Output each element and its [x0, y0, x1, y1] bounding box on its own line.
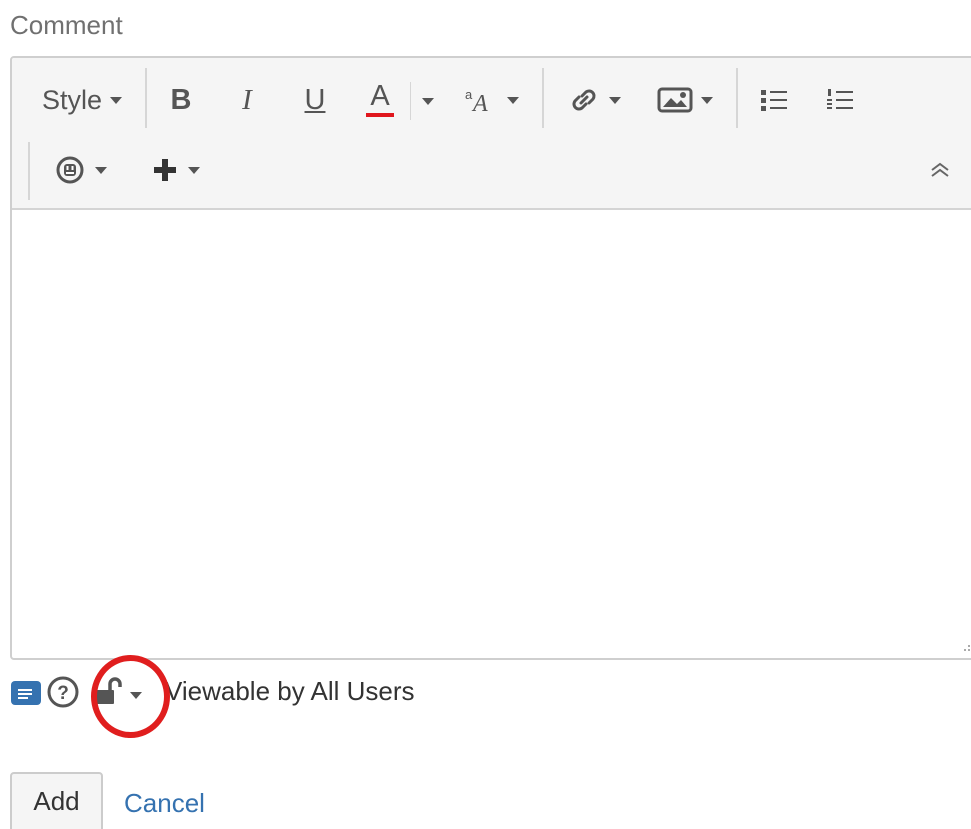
text-color-button[interactable]: A — [362, 78, 398, 120]
svg-text:A: A — [471, 91, 488, 115]
comment-text-area[interactable] — [12, 210, 971, 658]
style-dropdown-label: Style — [41, 84, 103, 115]
emoticon-icon — [56, 156, 84, 184]
resize-handle-icon[interactable] — [963, 640, 971, 652]
image-icon — [657, 87, 693, 113]
help-icon[interactable]: ? — [46, 675, 80, 709]
comment-editor: Style B I U A a A — [10, 56, 971, 660]
link-dropdown[interactable] — [562, 80, 626, 120]
plus-icon — [154, 159, 176, 181]
numbered-list-button[interactable] — [822, 82, 858, 118]
editor-toolbar: Style B I U A a A — [12, 58, 971, 210]
chevron-down-icon — [95, 166, 107, 174]
highlight-annotation-circle — [91, 655, 170, 738]
toolbar-separator — [28, 142, 30, 200]
toolbar-separator — [410, 82, 411, 120]
font-size-icon: a A — [465, 87, 488, 115]
chevron-down-icon — [422, 97, 434, 105]
bold-button[interactable]: B — [164, 80, 198, 120]
wiki-markup-icon[interactable] — [10, 679, 42, 707]
visibility-status: Viewable by All Users — [165, 676, 415, 706]
toolbar-separator — [736, 68, 738, 128]
chevron-down-icon — [110, 96, 123, 104]
svg-text:a: a — [465, 87, 473, 102]
toolbar-separator — [145, 68, 147, 128]
bullet-list-icon — [761, 90, 787, 111]
svg-text:?: ? — [57, 683, 69, 704]
toolbar-separator — [542, 68, 544, 128]
italic-button[interactable]: I — [230, 80, 264, 120]
emoticon-dropdown[interactable] — [52, 150, 110, 190]
font-size-dropdown[interactable]: a A — [458, 80, 524, 120]
text-color-dropdown[interactable] — [416, 86, 440, 116]
chevron-down-icon — [188, 166, 200, 174]
underline-button[interactable]: U — [298, 80, 332, 120]
bold-label: B — [170, 83, 192, 116]
link-icon — [572, 89, 596, 111]
italic-label: I — [242, 83, 252, 116]
comment-label: Comment — [10, 10, 123, 40]
cancel-link[interactable]: Cancel — [124, 788, 205, 819]
text-color-swatch — [366, 113, 394, 117]
style-dropdown[interactable]: Style — [34, 80, 130, 120]
double-chevron-up-icon — [931, 162, 949, 177]
chevron-down-icon — [507, 96, 519, 104]
collapse-toolbar-button[interactable] — [924, 154, 956, 186]
text-color-label: A — [370, 80, 390, 112]
chevron-down-icon — [701, 96, 713, 104]
bullet-list-button[interactable] — [756, 82, 792, 118]
add-button[interactable]: Add — [10, 772, 103, 829]
insert-more-dropdown[interactable] — [146, 150, 206, 190]
chevron-down-icon — [609, 96, 621, 104]
underline-label: U — [304, 83, 326, 116]
image-dropdown[interactable] — [652, 80, 718, 120]
numbered-list-icon — [827, 89, 853, 109]
